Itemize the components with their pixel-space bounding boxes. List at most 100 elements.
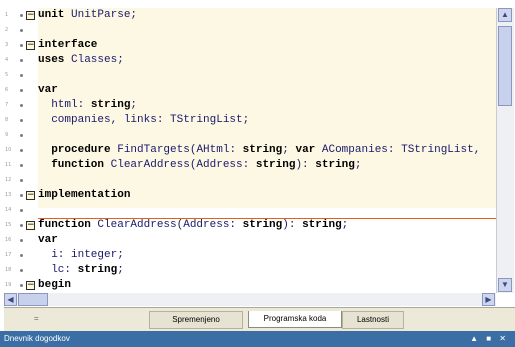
line-marker-icon (20, 179, 23, 182)
fold-collapse-icon[interactable]: − (26, 191, 35, 200)
tab-programska-koda[interactable]: Programska koda (248, 311, 342, 328)
vertical-scrollbar[interactable]: ▲ ▼ (496, 8, 514, 293)
line-number: 15 (5, 222, 12, 228)
code-keyword: string (77, 264, 118, 276)
code-line[interactable]: begin (38, 278, 496, 293)
code-line[interactable]: var (38, 83, 496, 98)
code-keyword: string (242, 219, 283, 231)
line-marker-icon (20, 119, 23, 122)
code-text: lc: (38, 264, 78, 276)
code-text: ; (282, 144, 296, 156)
code-line[interactable]: lc: string; (38, 263, 496, 278)
code-keyword: string (302, 219, 342, 231)
scroll-left-icon[interactable]: ◀ (4, 293, 17, 306)
code-line[interactable]: function ClearAddress(Address: string): … (38, 158, 496, 173)
code-text: ; (354, 159, 362, 171)
code-text: ): (295, 159, 316, 171)
line-marker-icon (20, 89, 23, 92)
fold-collapse-icon[interactable]: − (26, 11, 35, 20)
code-keyword: uses (38, 54, 65, 66)
scroll-right-icon[interactable]: ▶ (482, 293, 495, 306)
line-marker-icon (20, 14, 23, 17)
code-line[interactable]: uses Classes; (38, 53, 496, 68)
code-keyword: var (38, 84, 58, 96)
code-line[interactable]: companies, links: TStringList; (38, 113, 496, 128)
line-number: 9 (5, 132, 9, 138)
line-marker-icon (20, 74, 23, 77)
line-number: 17 (5, 252, 12, 258)
code-keyword: var (38, 234, 58, 246)
line-marker-icon (20, 209, 23, 212)
line-marker-icon (20, 239, 23, 242)
code-line[interactable]: i: integer; (38, 248, 496, 263)
line-marker-icon (20, 194, 23, 197)
fold-collapse-icon[interactable]: − (26, 221, 35, 230)
line-number: 10 (5, 147, 12, 153)
tab-lastnosti[interactable]: Lastnosti (342, 311, 404, 329)
line-marker-icon (20, 59, 23, 62)
code-keyword: interface (38, 39, 98, 51)
code-text: html: (38, 99, 91, 111)
line-number: 12 (5, 177, 12, 183)
line-number: 3 (5, 42, 9, 48)
scroll-up-icon[interactable]: ▲ (498, 8, 512, 22)
line-marker-icon (20, 164, 23, 167)
code-line[interactable] (38, 173, 496, 188)
event-log-title: Dnevnik dogodkov (4, 334, 70, 343)
code-text: FindTargets(AHtml: (110, 144, 243, 156)
code-line[interactable]: implementation (38, 188, 496, 203)
code-keyword: string (255, 159, 296, 171)
code-text: companies, links: TStringList; (38, 114, 250, 126)
code-line[interactable] (38, 203, 496, 218)
code-line[interactable]: html: string; (38, 98, 496, 113)
tab-spremenjeno[interactable]: Spremenjeno (149, 311, 243, 329)
line-marker-icon (20, 44, 23, 47)
line-number: 19 (5, 282, 12, 288)
horizontal-scrollbar[interactable]: ◀ ▶ (4, 293, 496, 306)
scroll-down-icon[interactable]: ▼ (498, 278, 512, 292)
vertical-scroll-thumb[interactable] (498, 26, 512, 106)
code-keyword: function (51, 159, 105, 171)
line-number: 5 (5, 72, 9, 78)
code-line[interactable]: function ClearAddress(Address: string): … (38, 218, 496, 233)
line-number: 11 (5, 162, 12, 168)
line-number: 1 (5, 12, 9, 18)
line-number: 7 (5, 102, 9, 108)
code-text: ; (130, 99, 138, 111)
code-line[interactable]: procedure FindTargets(AHtml: string; var… (38, 143, 496, 158)
code-keyword: var (295, 144, 316, 156)
tab-scroll-icon[interactable]: = (34, 311, 44, 327)
code-line[interactable]: interface (38, 38, 496, 53)
code-editor-window: 1− unit UnitParse; 2 3− interface 4 uses Class… (0, 0, 515, 347)
code-keyword: implementation (38, 189, 131, 201)
code-text: ClearAddress(Address: (104, 159, 256, 171)
line-number: 6 (5, 87, 9, 93)
code-text: ): (282, 219, 303, 231)
code-keyword: string (315, 159, 355, 171)
fold-collapse-icon[interactable]: − (26, 41, 35, 50)
line-marker-icon (20, 134, 23, 137)
line-number: 8 (5, 117, 9, 123)
line-marker-icon (20, 149, 23, 152)
code-keyword: string (90, 99, 131, 111)
panel-window-controls-icon[interactable]: ▲ ■ ✕ (470, 331, 509, 347)
code-keyword: unit (38, 9, 65, 21)
code-line[interactable]: var (38, 233, 496, 248)
code-line[interactable] (38, 23, 496, 38)
line-marker-icon (20, 269, 23, 272)
line-number: 13 (5, 192, 12, 198)
horizontal-scroll-thumb[interactable] (18, 293, 48, 306)
code-line[interactable] (38, 128, 496, 143)
code-text: ACompanies: TStringList, (315, 144, 481, 156)
line-number: 2 (5, 27, 9, 33)
code-line[interactable]: unit UnitParse; (38, 8, 496, 23)
code-line[interactable] (38, 68, 496, 83)
line-marker-icon (20, 284, 23, 287)
fold-collapse-icon[interactable]: − (26, 281, 35, 290)
line-marker-icon (20, 104, 23, 107)
code-keyword: string (242, 144, 283, 156)
code-editor[interactable]: 1− unit UnitParse; 2 3− interface 4 uses Class… (4, 8, 496, 293)
line-number: 14 (5, 207, 12, 213)
